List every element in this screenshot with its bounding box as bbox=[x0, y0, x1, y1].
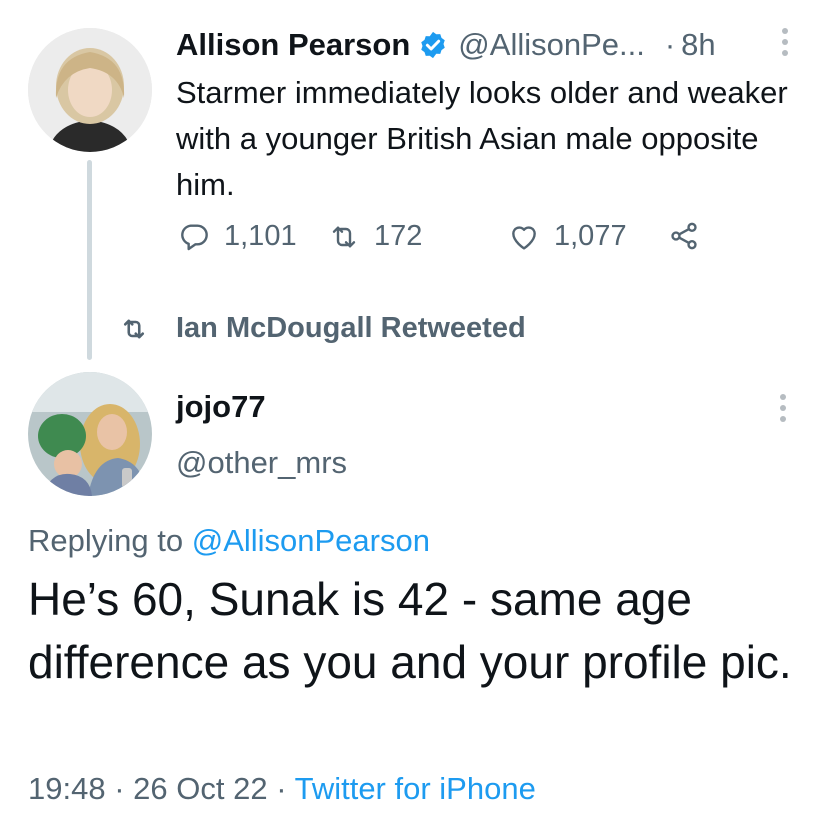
parent-tweet-time[interactable]: 8h bbox=[681, 22, 715, 68]
verified-badge-icon bbox=[421, 31, 446, 59]
more-vertical-icon[interactable] bbox=[775, 28, 795, 56]
retweeted-by-label: Ian McDougall Retweeted bbox=[176, 312, 526, 344]
retweet-count: 172 bbox=[374, 220, 423, 252]
share-icon bbox=[671, 222, 697, 250]
replying-to-line: Replying to @AllisonPearson bbox=[28, 518, 430, 564]
tweet-author-name[interactable]: jojo77 bbox=[176, 384, 266, 430]
header-separator: · bbox=[664, 27, 676, 62]
retweet-icon bbox=[123, 319, 145, 338]
like-button[interactable]: 1,077 bbox=[508, 220, 627, 253]
meta-separator: · bbox=[276, 771, 287, 806]
tweet-time[interactable]: 19:48 bbox=[28, 771, 106, 806]
parent-tweet-actions: 1,101 172 1,077 bbox=[178, 220, 738, 270]
tweet-text: He’s 60, Sunak is 42 - same age differen… bbox=[28, 573, 792, 688]
thread-connector bbox=[87, 160, 92, 360]
parent-author-name[interactable]: Allison Pearson bbox=[176, 22, 410, 68]
parent-avatar[interactable] bbox=[28, 28, 152, 152]
tweet-date[interactable]: 26 Oct 22 bbox=[133, 771, 267, 806]
meta-separator: · bbox=[114, 771, 125, 806]
retweeted-by-notice[interactable]: Ian McDougall Retweeted bbox=[120, 312, 526, 345]
replying-to-prefix: Replying to bbox=[28, 523, 184, 558]
tweet-meta: 19:48 · 26 Oct 22 · Twitter for iPhone bbox=[28, 766, 536, 812]
parent-tweet-header: Allison Pearson @AllisonPe... · 8h bbox=[176, 22, 716, 68]
heart-icon bbox=[512, 225, 536, 250]
parent-author-handle[interactable]: @AllisonPe... bbox=[458, 22, 645, 68]
reply-icon bbox=[181, 223, 208, 250]
replying-to-mention[interactable]: @AllisonPearson bbox=[192, 523, 430, 558]
parent-tweet-text: Starmer immediately looks older and weak… bbox=[176, 75, 788, 202]
retweet-icon bbox=[332, 225, 356, 248]
user-avatar[interactable] bbox=[28, 372, 152, 496]
tweet-source[interactable]: Twitter for iPhone bbox=[295, 771, 536, 806]
reply-button[interactable]: 1,101 bbox=[178, 220, 297, 253]
like-count: 1,077 bbox=[554, 220, 627, 252]
share-button[interactable] bbox=[668, 220, 700, 252]
retweet-button[interactable]: 172 bbox=[328, 220, 422, 253]
more-vertical-icon[interactable] bbox=[773, 394, 793, 422]
tweet-author-handle[interactable]: @other_mrs bbox=[176, 440, 347, 486]
reply-count: 1,101 bbox=[224, 220, 297, 252]
